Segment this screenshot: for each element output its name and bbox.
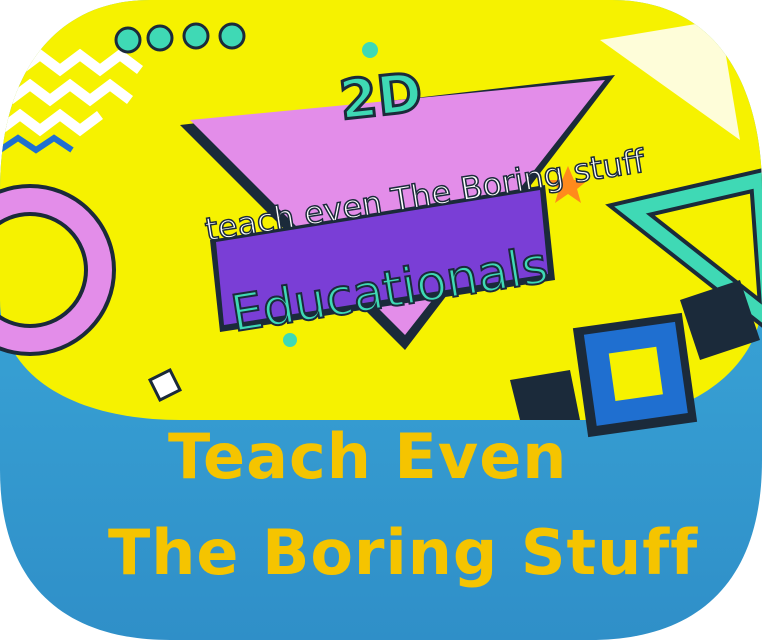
blue-square-shape [572,312,698,438]
badge-text: 2D [337,61,426,132]
app-icon-card[interactable]: 2D teach even The Boring stuff Education… [0,0,762,640]
app-icon-artwork: 2D teach even The Boring stuff Education… [0,0,762,640]
